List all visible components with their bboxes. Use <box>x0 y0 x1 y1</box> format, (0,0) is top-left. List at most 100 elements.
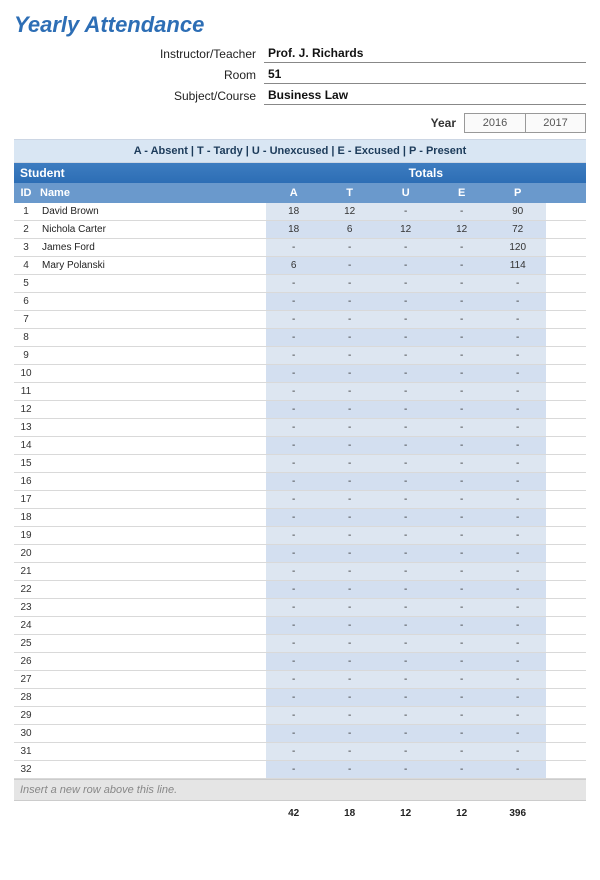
cell-name[interactable] <box>38 581 266 598</box>
cell-name[interactable] <box>38 725 266 742</box>
table-row[interactable]: 1David Brown1812--90 <box>14 203 586 221</box>
cell-a: - <box>266 581 322 598</box>
cell-t: - <box>322 707 378 724</box>
table-row[interactable]: 4Mary Polanski6---114 <box>14 257 586 275</box>
cell-id: 31 <box>14 743 38 760</box>
table-row[interactable]: 22----- <box>14 581 586 599</box>
table-row[interactable]: 31----- <box>14 743 586 761</box>
cell-name[interactable] <box>38 599 266 616</box>
table-row[interactable]: 11----- <box>14 383 586 401</box>
year-tab-2017[interactable]: 2017 <box>525 114 585 132</box>
instructor-label: Instructor/Teacher <box>14 47 264 61</box>
cell-a: - <box>266 707 322 724</box>
table-row[interactable]: 15----- <box>14 455 586 473</box>
table-row[interactable]: 8----- <box>14 329 586 347</box>
table-row[interactable]: 9----- <box>14 347 586 365</box>
cell-name[interactable] <box>38 707 266 724</box>
table-row[interactable]: 25----- <box>14 635 586 653</box>
cell-name[interactable] <box>38 383 266 400</box>
cell-a: - <box>266 689 322 706</box>
cell-name[interactable] <box>38 401 266 418</box>
instructor-field[interactable]: Prof. J. Richards <box>264 44 586 63</box>
table-row[interactable]: 17----- <box>14 491 586 509</box>
table-row[interactable]: 27----- <box>14 671 586 689</box>
subject-field[interactable]: Business Law <box>264 86 586 105</box>
table-row[interactable]: 28----- <box>14 689 586 707</box>
table-row[interactable]: 12----- <box>14 401 586 419</box>
cell-t: - <box>322 347 378 364</box>
header-fields: Instructor/Teacher Prof. J. Richards Roo… <box>14 44 586 105</box>
cell-name[interactable] <box>38 347 266 364</box>
cell-name[interactable]: James Ford <box>38 239 266 256</box>
cell-name[interactable]: Nichola Carter <box>38 221 266 238</box>
cell-u: - <box>378 329 434 346</box>
cell-e: - <box>434 473 490 490</box>
cell-name[interactable] <box>38 509 266 526</box>
table-row[interactable]: 2Nichola Carter186121272 <box>14 221 586 239</box>
cell-name[interactable] <box>38 455 266 472</box>
cell-name[interactable] <box>38 491 266 508</box>
table-row[interactable]: 30----- <box>14 725 586 743</box>
cell-name[interactable] <box>38 635 266 652</box>
cell-name[interactable] <box>38 761 266 778</box>
cell-id: 32 <box>14 761 38 778</box>
table-row[interactable]: 18----- <box>14 509 586 527</box>
cell-name[interactable] <box>38 689 266 706</box>
cell-t: - <box>322 365 378 382</box>
cell-t: - <box>322 257 378 274</box>
table-row[interactable]: 13----- <box>14 419 586 437</box>
cell-p: - <box>490 707 546 724</box>
cell-name[interactable] <box>38 545 266 562</box>
cell-u: - <box>378 257 434 274</box>
cell-name[interactable] <box>38 293 266 310</box>
cell-name[interactable] <box>38 329 266 346</box>
table-row[interactable]: 14----- <box>14 437 586 455</box>
cell-a: - <box>266 653 322 670</box>
cell-e: - <box>434 203 490 220</box>
cell-name[interactable] <box>38 653 266 670</box>
year-selector: Year 2016 2017 <box>14 113 586 133</box>
cell-name[interactable] <box>38 275 266 292</box>
cell-name[interactable] <box>38 419 266 436</box>
table-row[interactable]: 26----- <box>14 653 586 671</box>
cell-name[interactable] <box>38 617 266 634</box>
cell-name[interactable]: David Brown <box>38 203 266 220</box>
cell-name[interactable] <box>38 365 266 382</box>
cell-e: - <box>434 239 490 256</box>
table-row[interactable]: 3James Ford----120 <box>14 239 586 257</box>
table-row[interactable]: 23----- <box>14 599 586 617</box>
cell-name[interactable] <box>38 743 266 760</box>
cell-u: - <box>378 491 434 508</box>
cell-name[interactable] <box>38 311 266 328</box>
table-row[interactable]: 21----- <box>14 563 586 581</box>
year-tab-2016[interactable]: 2016 <box>465 114 525 132</box>
table-row[interactable]: 5----- <box>14 275 586 293</box>
cell-p: - <box>490 293 546 310</box>
table-row[interactable]: 29----- <box>14 707 586 725</box>
cell-name[interactable]: Mary Polanski <box>38 257 266 274</box>
cell-e: - <box>434 401 490 418</box>
cell-name[interactable] <box>38 437 266 454</box>
table-row[interactable]: 10----- <box>14 365 586 383</box>
table-row[interactable]: 16----- <box>14 473 586 491</box>
cell-name[interactable] <box>38 473 266 490</box>
cell-p: - <box>490 473 546 490</box>
cell-u: - <box>378 419 434 436</box>
room-field[interactable]: 51 <box>264 65 586 84</box>
cell-name[interactable] <box>38 563 266 580</box>
cell-u: - <box>378 761 434 778</box>
cell-e: - <box>434 581 490 598</box>
table-row[interactable]: 20----- <box>14 545 586 563</box>
insert-row-hint[interactable]: Insert a new row above this line. <box>14 779 586 801</box>
cell-u: - <box>378 545 434 562</box>
cell-name[interactable] <box>38 527 266 544</box>
table-row[interactable]: 32----- <box>14 761 586 779</box>
cell-u: - <box>378 599 434 616</box>
table-row[interactable]: 6----- <box>14 293 586 311</box>
table-row[interactable]: 7----- <box>14 311 586 329</box>
cell-name[interactable] <box>38 671 266 688</box>
table-row[interactable]: 19----- <box>14 527 586 545</box>
table-row[interactable]: 24----- <box>14 617 586 635</box>
rows-container: 1David Brown1812--902Nichola Carter18612… <box>14 203 586 779</box>
cell-t: 6 <box>322 221 378 238</box>
